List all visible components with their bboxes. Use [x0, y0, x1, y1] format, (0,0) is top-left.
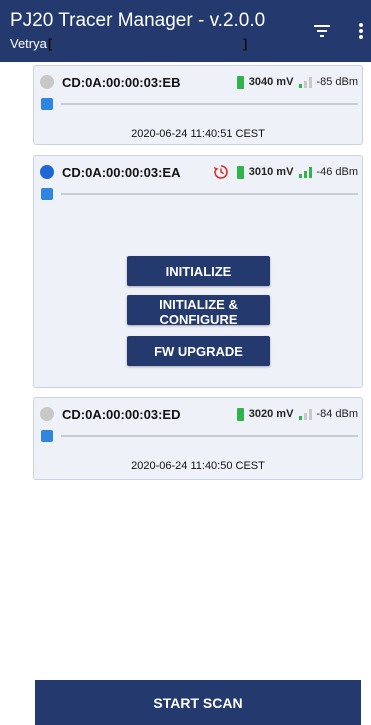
app-subtitle: Vetrya[ [10, 36, 52, 51]
status-dot [40, 75, 54, 89]
progress-track [61, 435, 358, 437]
battery-voltage: 3040 mV [248, 76, 294, 88]
device-header: CD:0A:00:00:03:ED 3020 mV -84 dBm [40, 405, 358, 423]
last-seen-timestamp: 2020-06-24 11:40:50 CEST [131, 460, 265, 472]
filter-icon[interactable] [314, 24, 330, 38]
signal-icon [299, 409, 313, 420]
app-bar: PJ20 Tracer Manager - v.2.0.0 Vetrya[ ] [0, 0, 371, 62]
start-scan-button[interactable]: START SCAN [35, 680, 361, 725]
bracket-close: ] [243, 36, 248, 51]
sensor-icon [41, 430, 53, 442]
subtitle-text: Vetrya [10, 36, 47, 51]
device-mac: CD:0A:00:00:03:EB [62, 74, 181, 90]
status-dot [40, 407, 54, 421]
device-card-expanded[interactable]: CD:0A:00:00:03:EA 3010 mV -46 dBm INITIA… [33, 155, 363, 388]
last-seen-timestamp: 2020-06-24 11:40:51 CEST [131, 128, 265, 140]
device-mac: CD:0A:00:00:03:EA [62, 164, 181, 180]
device-mac: CD:0A:00:00:03:ED [62, 406, 181, 422]
battery-voltage: 3010 mV [248, 166, 294, 178]
battery-icon [236, 165, 244, 179]
history-icon [213, 165, 228, 179]
initialize-button[interactable]: INITIALIZE [127, 256, 270, 286]
sensor-icon [41, 188, 53, 200]
device-card[interactable]: CD:0A:00:00:03:EB 3040 mV -85 dBm 2020-0… [33, 65, 363, 145]
signal-icon [299, 77, 313, 88]
bracket-open: [ [47, 36, 53, 51]
progress-track [61, 193, 358, 195]
device-header: CD:0A:00:00:03:EA 3010 mV -46 dBm [40, 163, 358, 181]
more-options-icon[interactable] [358, 22, 364, 40]
initialize-configure-button[interactable]: INITIALIZE & CONFIGURE [127, 295, 270, 325]
battery-voltage: 3020 mV [248, 408, 294, 420]
signal-strength: -85 dBm [316, 76, 358, 88]
signal-strength: -46 dBm [316, 166, 358, 178]
app-title: PJ20 Tracer Manager - v.2.0.0 [10, 10, 266, 31]
fw-upgrade-button[interactable]: FW UPGRADE [127, 336, 270, 366]
device-header: CD:0A:00:00:03:EB 3040 mV -85 dBm [40, 73, 358, 91]
device-card[interactable]: CD:0A:00:00:03:ED 3020 mV -84 dBm 2020-0… [33, 397, 363, 480]
signal-icon [299, 167, 313, 178]
progress-track [61, 103, 358, 105]
signal-strength: -84 dBm [316, 408, 358, 420]
battery-icon [236, 407, 244, 421]
status-dot-active [40, 165, 54, 179]
sensor-icon [41, 98, 53, 110]
battery-icon [236, 75, 244, 89]
